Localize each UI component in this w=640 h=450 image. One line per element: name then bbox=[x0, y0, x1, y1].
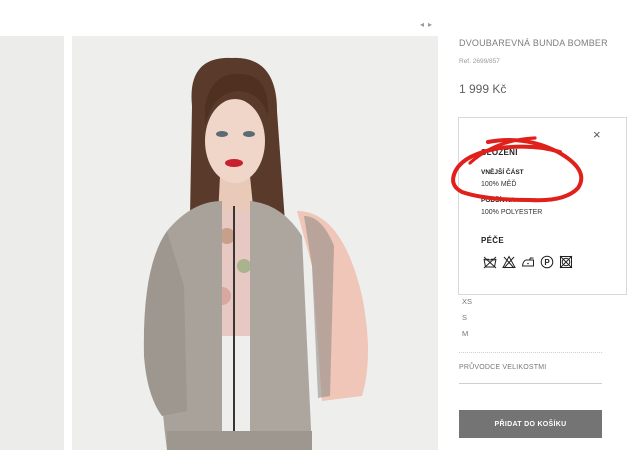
do-not-bleach-icon bbox=[502, 255, 516, 269]
svg-text:P: P bbox=[544, 258, 550, 267]
care-heading: PÉČE bbox=[481, 236, 504, 245]
gallery-next-icon[interactable]: ▸ bbox=[428, 20, 436, 29]
product-price: 1 999 Kč bbox=[459, 82, 507, 96]
model-in-bomber-jacket-image bbox=[72, 36, 438, 450]
lining-value: 100% POLYESTER bbox=[481, 209, 543, 216]
size-option-m[interactable]: M bbox=[462, 329, 468, 338]
product-photo-main[interactable] bbox=[72, 36, 438, 450]
product-ref: Ref. 2699/857 bbox=[459, 58, 500, 65]
dry-clean-p-icon: P bbox=[540, 255, 554, 269]
do-not-tumble-dry-icon bbox=[559, 255, 573, 269]
gallery-arrows: ◂▸ bbox=[420, 20, 436, 29]
divider bbox=[459, 352, 602, 353]
care-icons: P bbox=[483, 255, 573, 269]
size-option-s[interactable]: S bbox=[462, 313, 467, 322]
size-guide-link[interactable]: PRŮVODCE VELIKOSTMI bbox=[459, 364, 546, 371]
do-not-wash-icon bbox=[483, 256, 497, 269]
size-option-xs[interactable]: XS bbox=[462, 297, 472, 306]
gallery-prev-icon[interactable]: ◂ bbox=[420, 20, 428, 29]
iron-low-icon bbox=[521, 257, 534, 267]
add-to-cart-button[interactable]: PŘIDAT DO KOŠÍKU bbox=[459, 410, 602, 438]
product-title: DVOUBAREVNÁ BUNDA BOMBER bbox=[459, 38, 608, 48]
product-photo-previous[interactable] bbox=[0, 36, 64, 450]
red-annotation-circle bbox=[451, 136, 584, 203]
divider bbox=[459, 383, 602, 384]
